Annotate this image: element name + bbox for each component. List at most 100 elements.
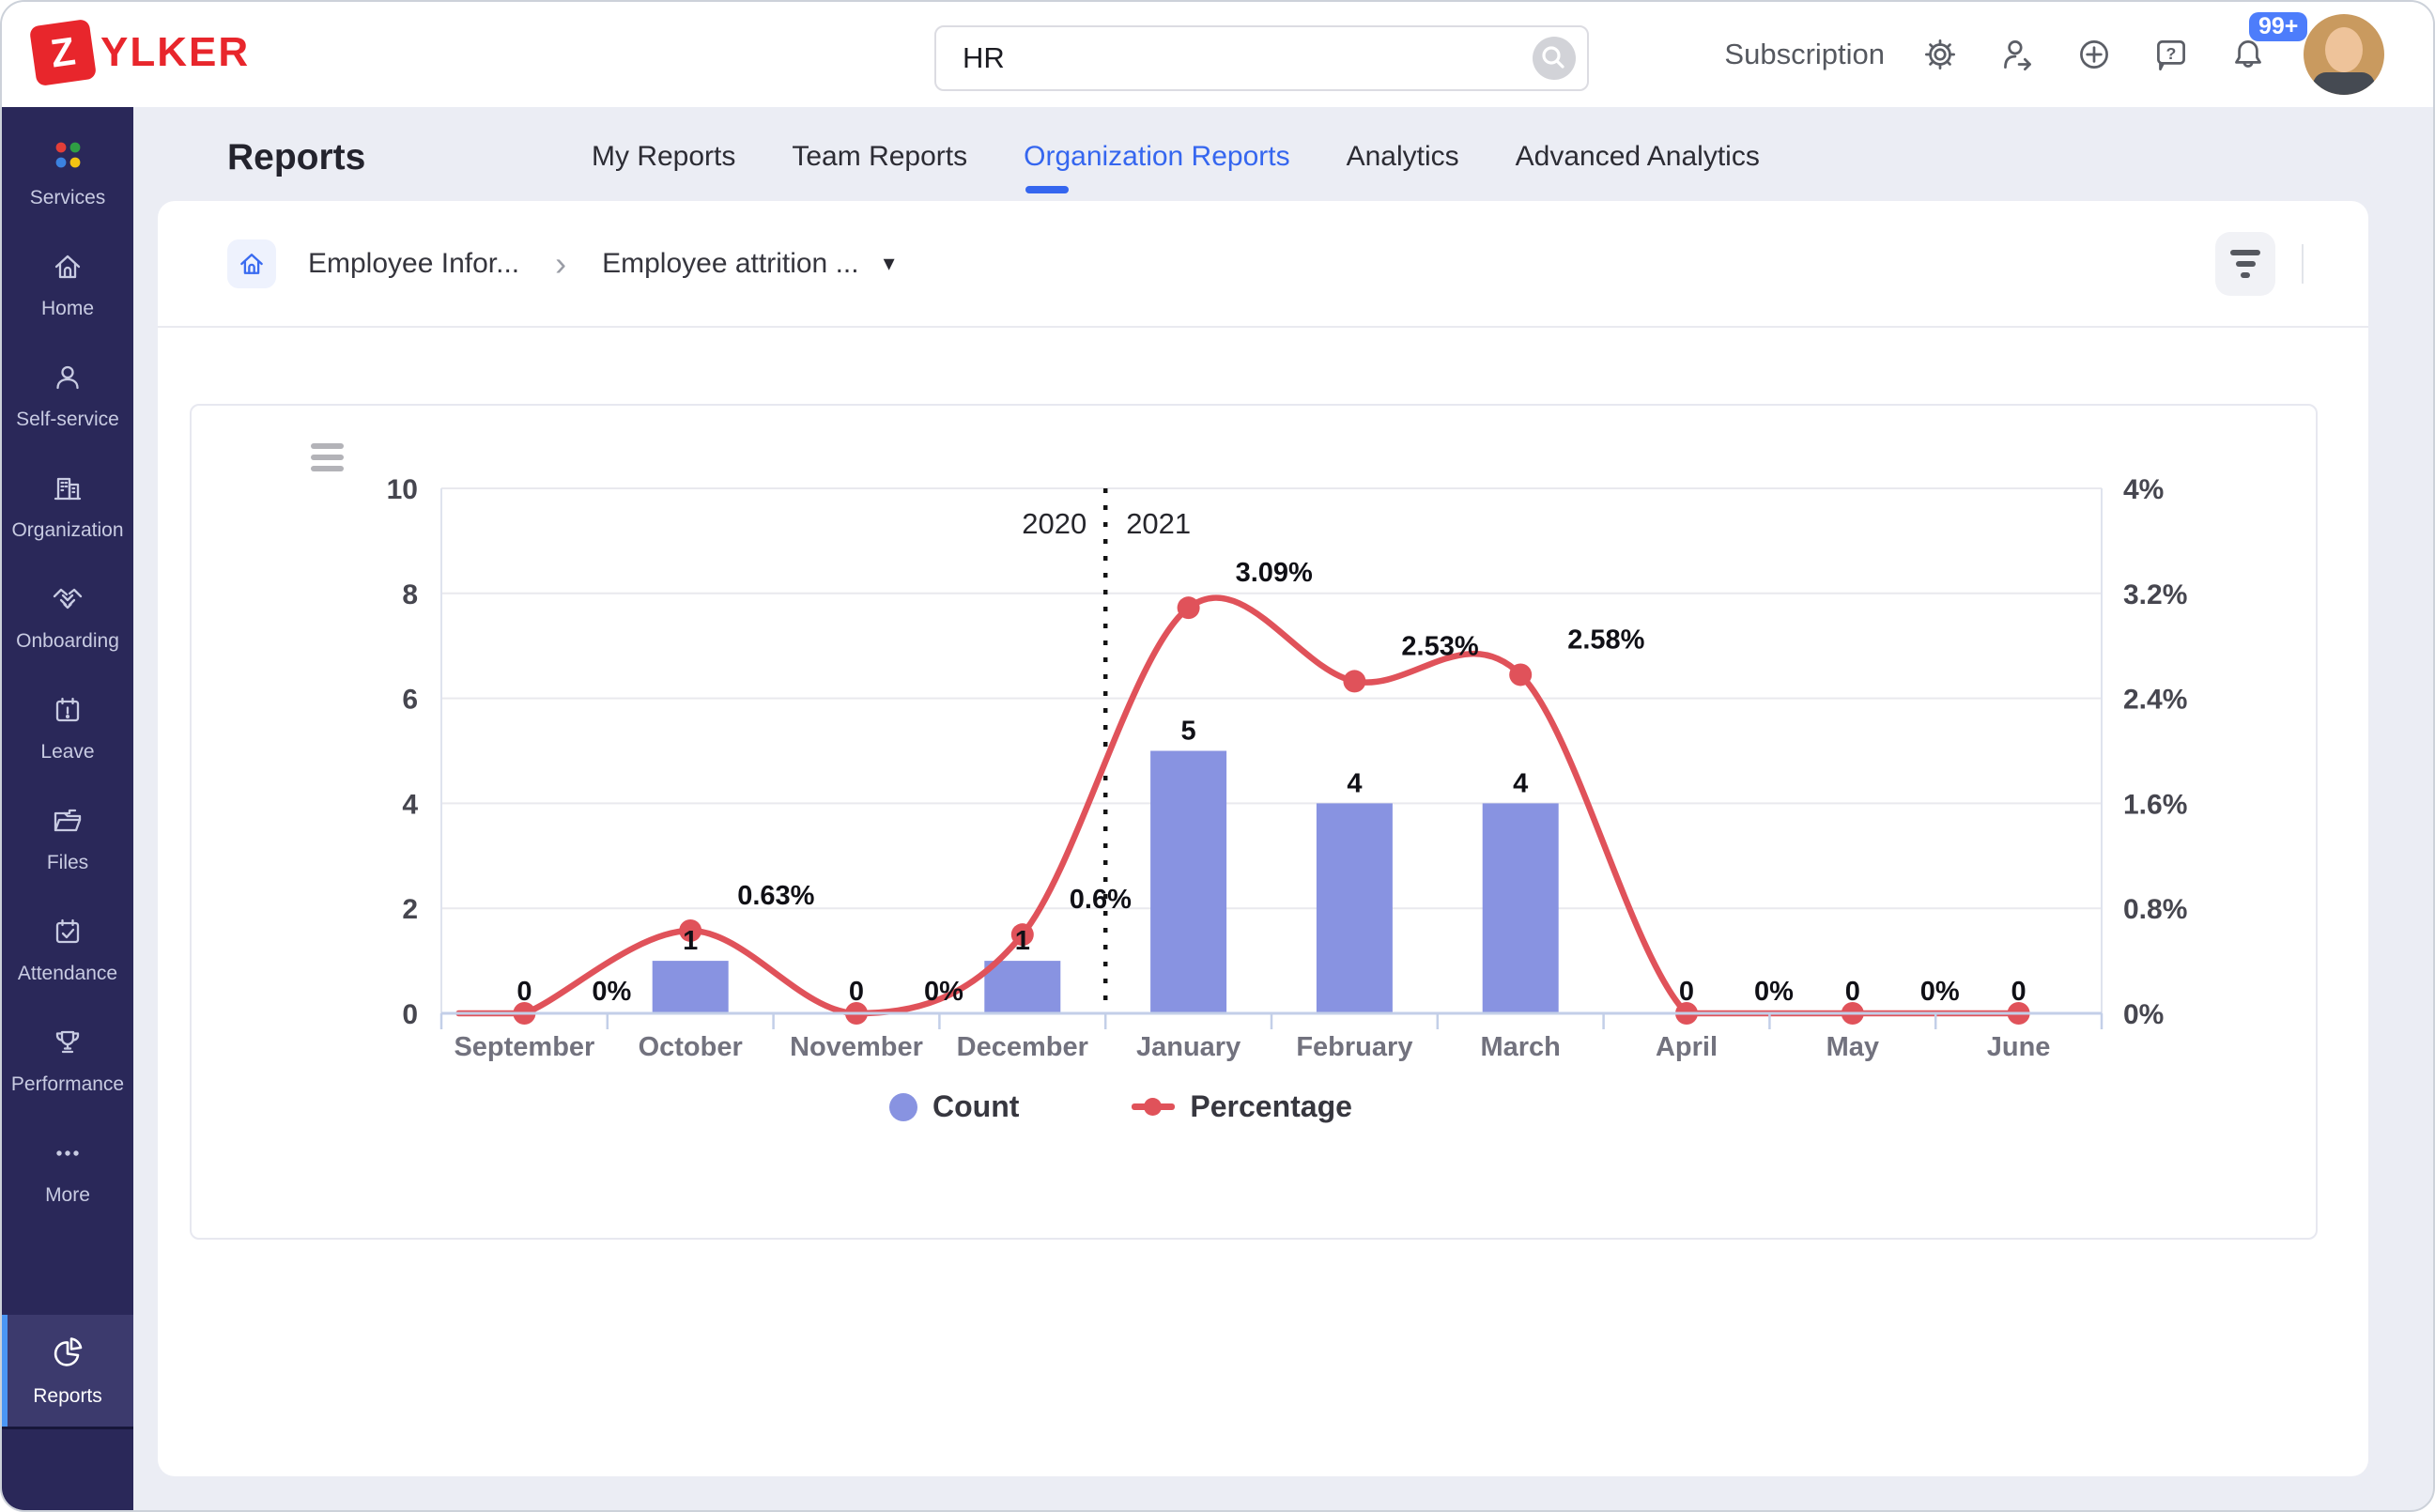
left-axis-tick: 10 [387, 474, 418, 505]
divider [2302, 244, 2304, 284]
home-icon[interactable] [227, 239, 276, 288]
count-label: 1 [1015, 926, 1030, 956]
year-label-2020: 2020 [1022, 507, 1087, 540]
left-axis-tick: 0 [402, 999, 418, 1030]
tab-analytics[interactable]: Analytics [1347, 141, 1459, 186]
count-label: 1 [683, 926, 698, 956]
tab-label: Organization Reports [1024, 141, 1289, 172]
right-axis-tick: 3.2% [2123, 579, 2187, 610]
sidebar-nav: Services Home Self-service Organization … [2, 107, 133, 1510]
tab-organization-reports[interactable]: Organization Reports [1024, 141, 1289, 186]
sidebar-item-attendance[interactable]: Attendance [2, 894, 133, 1005]
logo-text: YLKER [100, 29, 250, 76]
legend-item-percentage[interactable]: Percentage [1132, 1089, 1352, 1124]
sidebar-item-home[interactable]: Home [2, 229, 133, 340]
subscription-link[interactable]: Subscription [1724, 38, 1885, 71]
percentage-label: 0% [1754, 977, 1794, 1007]
sidebar-item-label: Self-service [16, 409, 119, 431]
count-label: 0 [849, 977, 864, 1007]
bar-march[interactable] [1483, 803, 1559, 1013]
folder-icon [51, 804, 85, 843]
count-legend-swatch [889, 1093, 917, 1121]
legend-item-count[interactable]: Count [889, 1089, 1019, 1124]
handshake-icon [51, 582, 85, 622]
breadcrumb-root[interactable]: Employee Infor... [308, 248, 519, 280]
percentage-label: 0.63% [737, 881, 814, 911]
zylker-logo[interactable]: Z YLKER [33, 23, 250, 83]
topbar-actions: Subscription [1724, 2, 2384, 107]
x-axis-label: May [1826, 1032, 1879, 1062]
right-axis-tick: 0.8% [2123, 894, 2187, 925]
calendar-check-icon [51, 915, 85, 954]
right-axis-tick: 4% [2123, 474, 2164, 505]
point-february[interactable] [1343, 670, 1365, 692]
tab-my-reports[interactable]: My Reports [592, 141, 735, 186]
sidebar-item-label: Services [30, 187, 106, 209]
right-axis-tick: 1.6% [2123, 789, 2187, 820]
delegate-user-icon[interactable] [1996, 33, 2039, 76]
bar-january[interactable] [1150, 751, 1226, 1014]
x-axis-label: March [1480, 1032, 1560, 1062]
point-march[interactable] [1509, 663, 1532, 686]
notifications-bell-icon[interactable]: 99+ [2227, 33, 2270, 76]
top-bar: Z YLKER Subscription [2, 2, 2433, 107]
percentage-label: 0.6% [1070, 885, 1132, 915]
sidebar-item-label: Home [41, 298, 94, 320]
sidebar-item-files[interactable]: Files [2, 783, 133, 894]
percentage-legend-swatch [1132, 1103, 1175, 1110]
left-axis-tick: 8 [402, 579, 418, 610]
legend-label: Percentage [1190, 1089, 1352, 1124]
search-icon[interactable] [1533, 37, 1576, 80]
count-label: 0 [2011, 977, 2027, 1007]
x-axis-label: June [1987, 1032, 2051, 1062]
count-label: 0 [1845, 977, 1860, 1007]
count-label: 4 [1347, 768, 1362, 798]
x-axis-label: April [1656, 1032, 1718, 1062]
breadcrumb-current[interactable]: Employee attrition ... [602, 248, 858, 280]
search-input[interactable] [961, 40, 1533, 76]
bar-december[interactable] [984, 961, 1060, 1013]
count-label: 0 [1679, 977, 1694, 1007]
bar-february[interactable] [1317, 803, 1393, 1013]
user-avatar[interactable] [2304, 14, 2384, 95]
filter-button[interactable] [2215, 232, 2275, 296]
sidebar-item-label: Onboarding [16, 630, 119, 653]
year-label-2021: 2021 [1126, 507, 1191, 540]
tab-label: Team Reports [792, 141, 967, 172]
sidebar-item-organization[interactable]: Organization [2, 451, 133, 562]
x-axis-label: September [454, 1032, 594, 1062]
count-label: 0 [516, 977, 532, 1007]
percentage-label: 2.58% [1567, 625, 1644, 655]
add-plus-icon[interactable] [2073, 33, 2116, 76]
sidebar-item-label: More [45, 1184, 90, 1207]
percentage-label: 0% [1920, 977, 1960, 1007]
chart-context-menu-icon[interactable] [311, 443, 344, 471]
chevron-right-icon: › [555, 244, 566, 284]
sidebar-item-performance[interactable]: Performance [2, 1005, 133, 1116]
breadcrumb: Employee Infor... › Employee attrition .… [158, 201, 2368, 328]
settings-gear-icon[interactable] [1919, 33, 1962, 76]
sidebar-item-onboarding[interactable]: Onboarding [2, 562, 133, 672]
report-tabs: My Reports Team Reports Organization Repor… [592, 141, 1760, 186]
point-january[interactable] [1178, 596, 1200, 619]
tab-label: My Reports [592, 141, 735, 172]
sidebar-item-label: Reports [33, 1385, 102, 1408]
left-axis-tick: 6 [402, 685, 418, 716]
sidebar-item-label: Organization [11, 519, 123, 542]
tab-advanced-analytics[interactable]: Advanced Analytics [1516, 141, 1760, 186]
help-icon[interactable]: ? [2150, 33, 2193, 76]
page-title: Reports [227, 137, 365, 178]
sidebar-item-reports[interactable]: Reports [2, 1315, 133, 1429]
percentage-label: 0% [924, 977, 963, 1007]
sidebar-item-self-service[interactable]: Self-service [2, 340, 133, 451]
sidebar-item-leave[interactable]: Leave [2, 672, 133, 783]
bar-october[interactable] [653, 961, 729, 1013]
global-search[interactable] [934, 25, 1589, 91]
sidebar-item-services[interactable]: Services [2, 118, 133, 229]
sidebar-item-more[interactable]: More [2, 1116, 133, 1227]
calendar-alert-icon [51, 693, 85, 733]
ellipsis-icon [51, 1136, 85, 1176]
building-icon [51, 471, 85, 511]
tab-team-reports[interactable]: Team Reports [792, 141, 967, 186]
chevron-down-icon[interactable]: ▾ [884, 250, 895, 277]
